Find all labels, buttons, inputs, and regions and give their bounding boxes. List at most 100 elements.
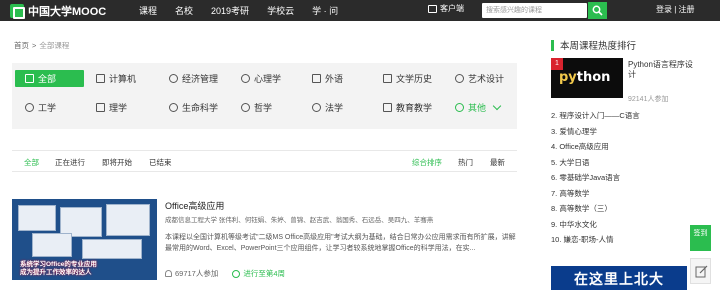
more-dots-icon bbox=[455, 103, 464, 112]
category-label: 哲学 bbox=[254, 103, 273, 113]
search-button[interactable] bbox=[588, 2, 607, 19]
monitor-icon bbox=[428, 4, 437, 13]
nav-item-schools[interactable]: 名校 bbox=[166, 4, 202, 17]
ranking-first-count: 92141人参加 bbox=[628, 96, 669, 103]
category-label: 全部 bbox=[38, 74, 57, 84]
category-engineering[interactable]: 工学 bbox=[25, 99, 56, 116]
ranking-first-thumbnail[interactable]: 1 python bbox=[551, 58, 623, 98]
category-label: 理学 bbox=[109, 103, 128, 113]
category-foreign-language[interactable]: 外语 bbox=[312, 70, 343, 87]
category-label: 外语 bbox=[325, 74, 344, 84]
thumb-window bbox=[18, 205, 56, 231]
category-label: 心理学 bbox=[254, 74, 282, 84]
feedback-button[interactable] bbox=[690, 258, 711, 284]
filter-status-ongoing[interactable]: 正在进行 bbox=[55, 157, 85, 168]
ranking-list: 2. 程序设计入门——C语言 3. 爱情心理学 4. Office高级应用 5.… bbox=[551, 110, 640, 250]
login-register-link[interactable]: 登录 | 注册 bbox=[656, 4, 695, 15]
ranking-item[interactable]: 6. 零基础学Java语言 bbox=[551, 172, 640, 188]
sign-in-button[interactable]: 签到 bbox=[690, 225, 711, 251]
ranking-header: 本周课程热度排行 bbox=[551, 38, 636, 52]
python-logo-part: py bbox=[559, 70, 577, 85]
book-icon bbox=[383, 74, 392, 83]
ranking-item[interactable]: 9. 中华水文化 bbox=[551, 219, 640, 235]
sort-popular[interactable]: 热门 bbox=[458, 157, 473, 168]
palette-icon bbox=[455, 74, 464, 83]
main-nav: 课程 名校 2019考研 学校云 学 · 问 bbox=[130, 4, 347, 17]
sort-comprehensive[interactable]: 综合排序 bbox=[412, 157, 442, 168]
python-logo-part: thon bbox=[576, 70, 611, 85]
category-literature-history[interactable]: 文学历史 bbox=[383, 70, 432, 87]
category-label: 艺术设计 bbox=[468, 74, 505, 84]
breadcrumb-home[interactable]: 首页 bbox=[14, 41, 29, 50]
category-science[interactable]: 理学 bbox=[96, 99, 127, 116]
filter-status-upcoming[interactable]: 即将开始 bbox=[102, 157, 132, 168]
course-school-teachers: 成都信息工程大学 张伟利、何钰娟、朱婷、曾锦、赵吉武、翁国秀、石远岳、吴四九、羊… bbox=[165, 217, 434, 224]
speech-bubble-icon bbox=[312, 74, 321, 83]
category-all[interactable]: 全部 bbox=[15, 70, 84, 87]
nav-item-kaoyan[interactable]: 2019考研 bbox=[202, 4, 258, 17]
client-label: 客户端 bbox=[440, 4, 464, 13]
breadcrumb-separator: > bbox=[32, 41, 37, 50]
thumb-caption: 系统学习Office的专业应用 成为提升工作效率的达人 bbox=[20, 261, 97, 277]
logo-text: 中国大学MOOC bbox=[28, 5, 107, 18]
breadcrumb: 首页 > 全部课程 bbox=[14, 40, 69, 51]
promo-banner[interactable]: 在这里上北大 bbox=[551, 266, 687, 290]
sort-newest[interactable]: 最新 bbox=[490, 157, 505, 168]
search-input[interactable]: 搜索感兴趣的课程 bbox=[482, 3, 587, 18]
thumb-caption-line: 成为提升工作效率的达人 bbox=[20, 269, 92, 276]
scales-icon bbox=[312, 103, 321, 112]
person-icon bbox=[165, 270, 172, 277]
thumb-window bbox=[32, 233, 72, 257]
edit-icon bbox=[695, 265, 708, 278]
ranking-item[interactable]: 3. 爱情心理学 bbox=[551, 126, 640, 142]
python-logo-text: python bbox=[559, 70, 610, 85]
category-label: 法学 bbox=[325, 103, 344, 113]
heart-icon bbox=[241, 74, 250, 83]
nav-item-courses[interactable]: 课程 bbox=[130, 4, 166, 17]
thumb-window bbox=[106, 204, 150, 236]
category-economics[interactable]: 经济管理 bbox=[169, 70, 218, 87]
ranking-first-title[interactable]: Python语言程序设计 bbox=[628, 60, 700, 80]
atom-icon bbox=[169, 103, 178, 112]
category-psychology[interactable]: 心理学 bbox=[241, 70, 281, 87]
filter-status-all[interactable]: 全部 bbox=[24, 157, 39, 168]
category-law[interactable]: 法学 bbox=[312, 99, 343, 116]
category-label: 教育教学 bbox=[396, 103, 433, 113]
nav-item-school-cloud[interactable]: 学校云 bbox=[258, 4, 303, 17]
category-education[interactable]: 教育教学 bbox=[383, 99, 432, 116]
client-download-link[interactable]: 客户端 bbox=[428, 3, 464, 14]
filter-status-ended[interactable]: 已结束 bbox=[149, 157, 172, 168]
category-other-expand[interactable]: 其他 bbox=[455, 99, 502, 116]
category-art-design[interactable]: 艺术设计 bbox=[455, 70, 504, 87]
category-life-science[interactable]: 生命科学 bbox=[169, 99, 218, 116]
category-label: 工学 bbox=[38, 103, 57, 113]
brain-icon bbox=[241, 103, 250, 112]
course-thumbnail[interactable]: 系统学习Office的专业应用 成为提升工作效率的达人 bbox=[12, 199, 157, 280]
clock-icon bbox=[232, 269, 241, 278]
monitor-icon bbox=[96, 74, 105, 83]
ranking-item[interactable]: 10. 嫌恋-职场-人情 bbox=[551, 234, 640, 250]
ranking-item[interactable]: 5. 大学日语 bbox=[551, 157, 640, 173]
ranking-item[interactable]: 4. Office高级应用 bbox=[551, 141, 640, 157]
chevron-down-icon bbox=[492, 101, 502, 111]
coin-icon bbox=[169, 74, 178, 83]
ranking-item[interactable]: 7. 高等数学 bbox=[551, 188, 640, 204]
category-label: 经济管理 bbox=[182, 74, 219, 84]
logo-icon bbox=[10, 3, 25, 19]
category-label: 计算机 bbox=[109, 74, 137, 84]
breadcrumb-current: 全部课程 bbox=[39, 41, 70, 50]
course-learner-count: 69717人参加 bbox=[175, 269, 219, 278]
thumb-caption-line: 系统学习Office的专业应用 bbox=[20, 261, 97, 268]
category-label: 其他 bbox=[468, 103, 487, 113]
blackboard-icon bbox=[383, 103, 392, 112]
ranking-item[interactable]: 8. 高等数学（三） bbox=[551, 203, 640, 219]
rank-badge: 1 bbox=[551, 58, 563, 70]
course-title[interactable]: Office高级应用 bbox=[165, 199, 224, 212]
nav-item-xuewen[interactable]: 学 · 问 bbox=[303, 4, 347, 17]
category-philosophy[interactable]: 哲学 bbox=[241, 99, 272, 116]
ranking-item[interactable]: 2. 程序设计入门——C语言 bbox=[551, 110, 640, 126]
site-logo[interactable]: 中国大学MOOC bbox=[10, 3, 122, 19]
bulb-icon bbox=[25, 103, 34, 112]
category-label: 生命科学 bbox=[182, 103, 219, 113]
category-computer[interactable]: 计算机 bbox=[96, 70, 136, 87]
